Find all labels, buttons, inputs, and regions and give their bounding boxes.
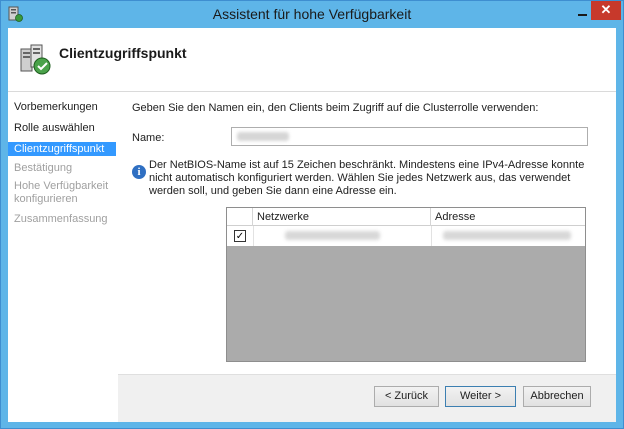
table-row[interactable]: ✓ (227, 226, 585, 246)
step-clientzugriffspunkt[interactable]: Clientzugriffspunkt (8, 142, 116, 156)
step-rolle-auswaehlen[interactable]: Rolle auswählen (8, 122, 116, 135)
redacted-name (237, 132, 289, 141)
step-bestaetigung: Bestätigung (14, 162, 73, 174)
redacted-network (285, 231, 380, 240)
cancel-button[interactable]: Abbrechen (523, 386, 591, 407)
minimize-icon[interactable] (578, 7, 588, 17)
name-label: Name: (132, 132, 165, 144)
page-title: Clientzugriffspunkt (59, 45, 187, 61)
cluster-wizard-icon (20, 44, 51, 75)
address-field[interactable] (443, 231, 571, 240)
info-text: Der NetBIOS-Name ist auf 15 Zeichen besc… (149, 159, 585, 197)
network-checkbox[interactable]: ✓ (234, 230, 246, 242)
name-input[interactable] (231, 127, 588, 146)
next-button[interactable]: Weiter > (445, 386, 516, 407)
step-hohe-verfuegbarkeit: Hohe Verfügbarkeit konfigurieren (14, 180, 109, 205)
step-zusammenfassung: Zusammenfassung (14, 213, 108, 225)
wizard-window: Assistent für hohe Verfügbarkeit ✕ Clien… (0, 0, 624, 429)
wizard-steps: Vorbemerkungen Rolle auswählen Clientzug… (8, 92, 118, 422)
wizard-client: Clientzugriffspunkt Vorbemerkungen Rolle… (8, 28, 616, 422)
info-icon: i (132, 165, 146, 179)
row-divider (431, 226, 432, 246)
wizard-header: Clientzugriffspunkt (8, 28, 616, 92)
column-adresse[interactable]: Adresse (431, 208, 585, 226)
title-bar[interactable]: Assistent für hohe Verfügbarkeit ✕ (1, 1, 623, 28)
window-title: Assistent für hohe Verfügbarkeit (212, 6, 412, 22)
step-vorbemerkungen[interactable]: Vorbemerkungen (8, 101, 116, 114)
close-button[interactable]: ✕ (591, 1, 621, 20)
footer-divider (118, 374, 616, 375)
content-panel: Geben Sie den Namen ein, den Clients bei… (118, 92, 616, 374)
grid-header: Netzwerke Adresse (227, 208, 585, 226)
column-netzwerke[interactable]: Netzwerke (253, 208, 431, 226)
row-divider (253, 226, 254, 246)
back-button[interactable]: < Zurück (374, 386, 439, 407)
network-grid[interactable]: Netzwerke Adresse ✓ (226, 207, 586, 362)
grid-header-check (227, 208, 253, 226)
intro-text: Geben Sie den Namen ein, den Clients bei… (132, 102, 539, 114)
